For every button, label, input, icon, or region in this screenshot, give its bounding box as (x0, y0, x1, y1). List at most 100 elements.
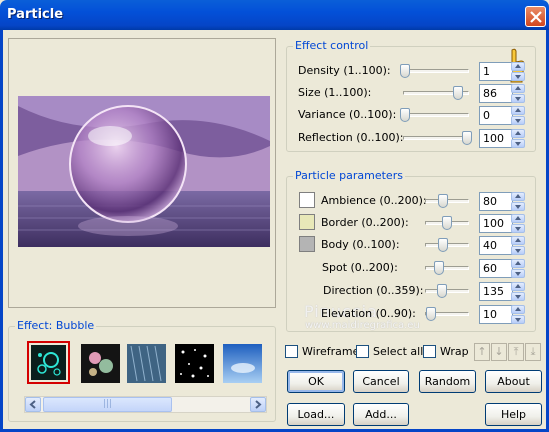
move-up-button[interactable]: ↑ (474, 343, 490, 361)
spin-buttons[interactable] (511, 214, 525, 233)
spin-down-button[interactable] (511, 94, 525, 103)
slider-track (403, 69, 469, 73)
move-top-button[interactable]: ⤒ (508, 343, 524, 361)
slider-track (425, 289, 469, 293)
spin-buttons[interactable] (511, 84, 525, 103)
spin-down-button[interactable] (511, 72, 525, 81)
effect-control-label: Density (1..100): (298, 64, 391, 77)
preview-image (18, 96, 270, 247)
spin-up-button[interactable] (511, 236, 525, 245)
slider-thumb[interactable] (400, 108, 410, 122)
spin-up-button[interactable] (511, 192, 525, 201)
wireframe-checkbox[interactable] (285, 345, 298, 358)
spin-down-button[interactable] (511, 116, 525, 125)
spin-buttons[interactable] (511, 305, 525, 324)
spin-up-button[interactable] (511, 282, 525, 291)
slider-thumb[interactable] (400, 64, 410, 78)
spin-down-button[interactable] (511, 315, 525, 324)
wireframe-label: Wireframe (302, 345, 360, 358)
effect-thumb-glow[interactable] (81, 344, 120, 383)
about-button[interactable]: About (485, 370, 542, 393)
help-button[interactable]: Help (485, 403, 542, 426)
effect-control-input[interactable]: 86 (479, 84, 513, 103)
particle-parameter-input[interactable]: 60 (479, 259, 513, 278)
move-bottom-button[interactable]: ⤓ (525, 343, 541, 361)
spin-buttons[interactable] (511, 62, 525, 81)
particle-parameter-input[interactable]: 10 (479, 305, 513, 324)
add-button[interactable]: Add... (353, 403, 409, 426)
spin-down-button[interactable] (511, 246, 525, 255)
color-swatch[interactable] (299, 192, 315, 208)
particle-parameter-input[interactable]: 80 (479, 192, 513, 211)
particle-parameter-label: Elevation (0..90): (321, 307, 416, 320)
spin-up-button[interactable] (511, 305, 525, 314)
spin-down-button[interactable] (511, 224, 525, 233)
color-swatch[interactable] (299, 236, 315, 252)
slider-track (425, 266, 469, 270)
slider-thumb[interactable] (434, 261, 444, 275)
scroll-thumb[interactable]: ||| (43, 397, 172, 412)
spin-down-button[interactable] (511, 202, 525, 211)
effect-scrollbar[interactable]: ||| (24, 396, 267, 413)
load-button[interactable]: Load... (287, 403, 345, 426)
watermark-url: www.maidiregrafica.eu (305, 320, 420, 331)
title-bar[interactable]: Particle (0, 0, 549, 30)
arrow-top-icon: ⤒ (513, 345, 519, 358)
spin-buttons[interactable] (511, 106, 525, 125)
spin-up-button[interactable] (511, 62, 525, 71)
spin-up-button[interactable] (511, 259, 525, 268)
spin-up-button[interactable] (511, 84, 525, 93)
rain-preset-icon (127, 344, 166, 383)
effect-thumb-bubble[interactable] (27, 341, 70, 384)
slider-thumb[interactable] (442, 216, 452, 230)
select-all-checkbox[interactable] (356, 345, 369, 358)
move-down-button[interactable]: ↓ (491, 343, 507, 361)
spin-buttons[interactable] (511, 282, 525, 301)
chevron-left-icon (29, 400, 36, 409)
spin-buttons[interactable] (511, 129, 525, 148)
preview-panel (8, 38, 276, 308)
scroll-left-button[interactable] (25, 397, 41, 412)
slider-thumb[interactable] (426, 307, 436, 321)
effect-control-label: Variance (0..100): (298, 108, 397, 121)
wrap-checkbox[interactable] (423, 345, 436, 358)
spin-up-button[interactable] (511, 106, 525, 115)
scroll-right-button[interactable] (250, 397, 266, 412)
effect-control-input[interactable]: 0 (479, 106, 513, 125)
particle-parameters-title: Particle parameters (293, 169, 405, 182)
effect-control-input[interactable]: 1 (479, 62, 513, 81)
random-button[interactable]: Random (419, 370, 476, 393)
particle-parameter-label: Body (0..100): (321, 238, 400, 251)
spin-buttons[interactable] (511, 236, 525, 255)
effect-thumb-rain[interactable] (127, 344, 166, 383)
spin-buttons[interactable] (511, 259, 525, 278)
spin-down-button[interactable] (511, 139, 525, 148)
particle-parameter-input[interactable]: 40 (479, 236, 513, 255)
particle-parameter-input[interactable]: 135 (479, 282, 513, 301)
spin-buttons[interactable] (511, 192, 525, 211)
effect-thumb-sky[interactable] (223, 344, 262, 383)
effect-control-label: Size (1..100): (298, 86, 372, 99)
particle-parameter-input[interactable]: 100 (479, 214, 513, 233)
close-button[interactable] (525, 6, 546, 27)
effect-control-label: Reflection (0..100): (298, 131, 404, 144)
particle-parameter-label: Direction (0..359): (323, 284, 424, 297)
spin-up-button[interactable] (511, 214, 525, 223)
slider-thumb[interactable] (438, 194, 448, 208)
particle-parameter-label: Ambience (0..200): (321, 194, 427, 207)
slider-thumb[interactable] (453, 86, 463, 100)
effect-control-input[interactable]: 100 (479, 129, 513, 148)
slider-thumb[interactable] (462, 131, 472, 145)
slider-thumb[interactable] (438, 238, 448, 252)
slider-thumb[interactable] (437, 284, 447, 298)
spin-down-button[interactable] (511, 292, 525, 301)
color-swatch[interactable] (299, 214, 315, 230)
particle-parameter-label: Border (0..200): (321, 216, 409, 229)
snow-preset-icon (175, 344, 214, 383)
spin-down-button[interactable] (511, 269, 525, 278)
bubble-preset-icon (31, 345, 66, 380)
effect-thumb-snow[interactable] (175, 344, 214, 383)
cancel-button[interactable]: Cancel (353, 370, 409, 393)
spin-up-button[interactable] (511, 129, 525, 138)
ok-button[interactable]: OK (287, 370, 345, 393)
